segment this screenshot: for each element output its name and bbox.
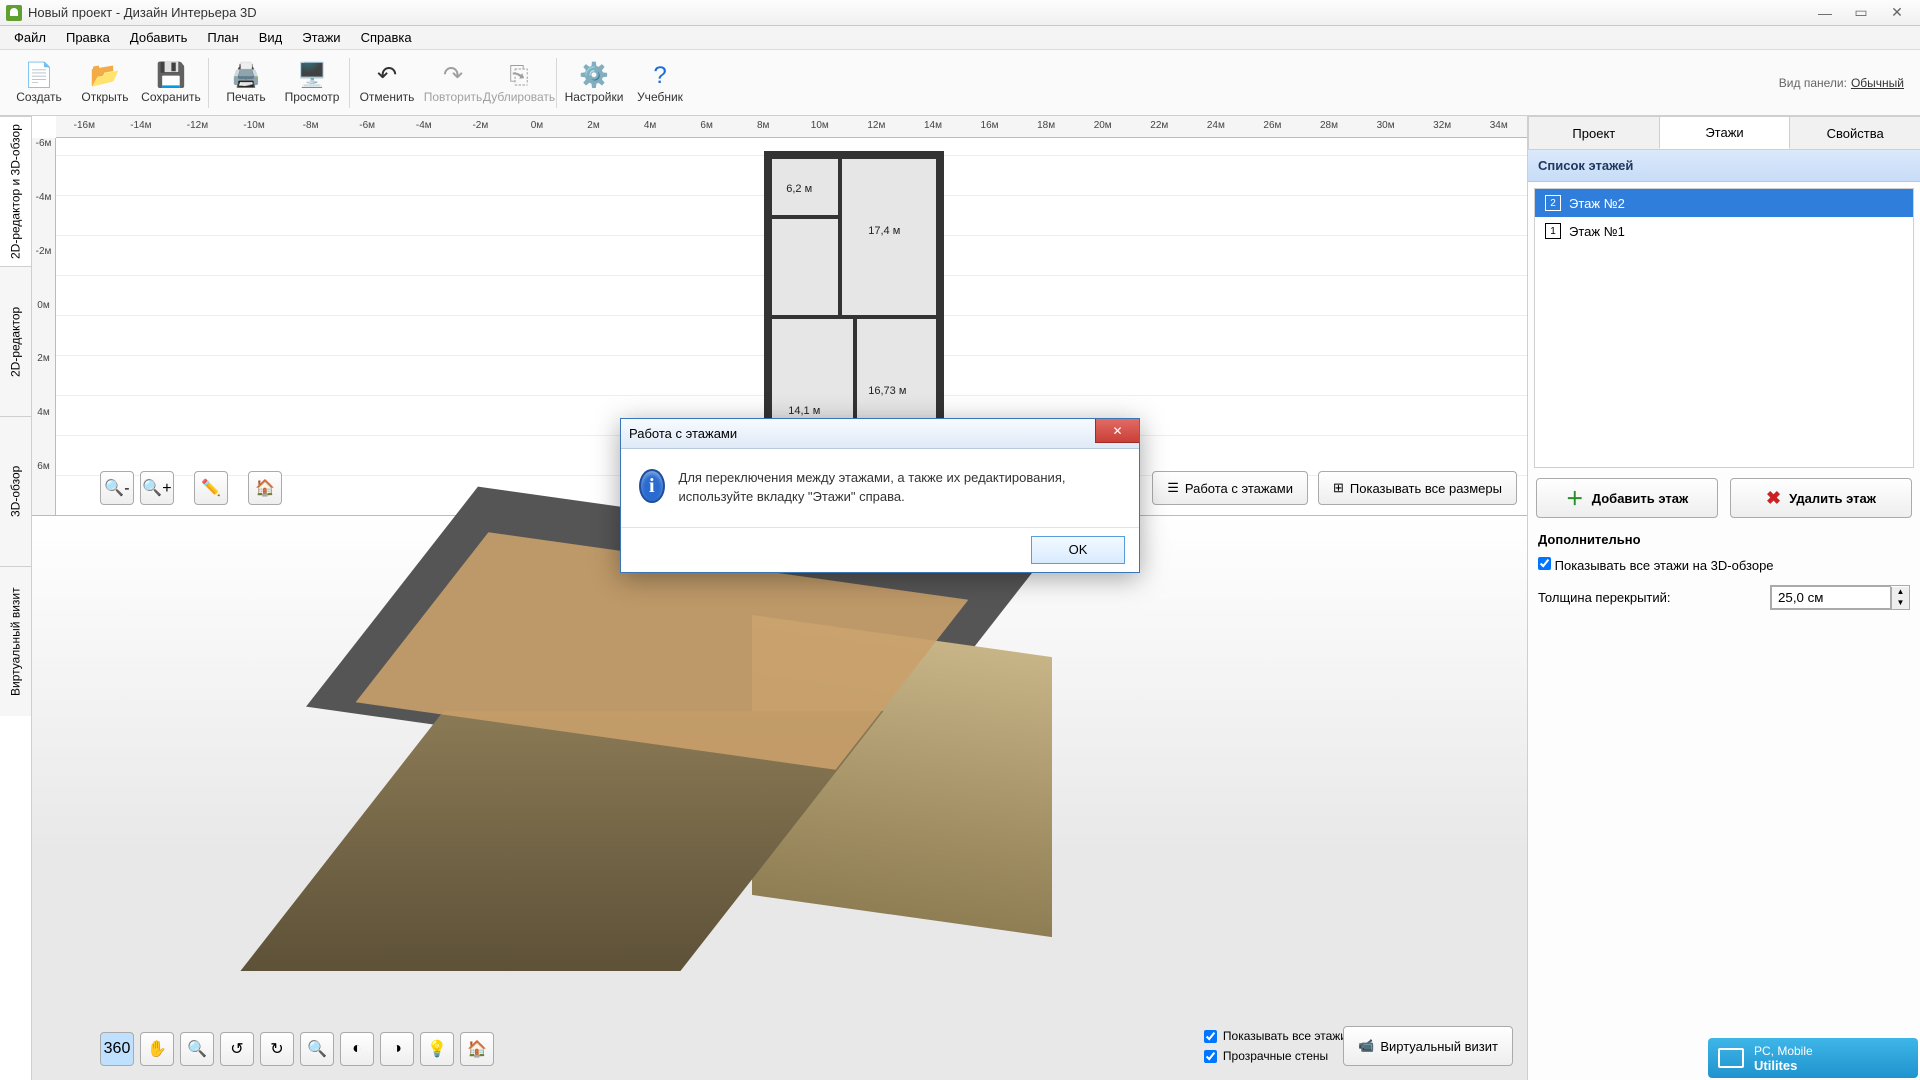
dialog-floors-work: Работа с этажами ✕ i Для переключения ме… xyxy=(620,418,1140,573)
dialog-close-button[interactable]: ✕ xyxy=(1095,419,1139,443)
dialog-title: Работа с этажами xyxy=(621,419,1139,449)
dialog-text: Для переключения между этажами, а также … xyxy=(679,469,1121,507)
monitor-icon xyxy=(1718,1048,1744,1068)
dialog-ok-button[interactable]: OK xyxy=(1031,536,1125,564)
rtab-floors[interactable]: Этажи xyxy=(1659,116,1791,149)
footer-badge[interactable]: PC, MobileUtilites xyxy=(1708,1038,1918,1078)
info-icon: i xyxy=(639,469,665,503)
modal-overlay: Работа с этажами ✕ i Для переключения ме… xyxy=(0,0,1920,1080)
